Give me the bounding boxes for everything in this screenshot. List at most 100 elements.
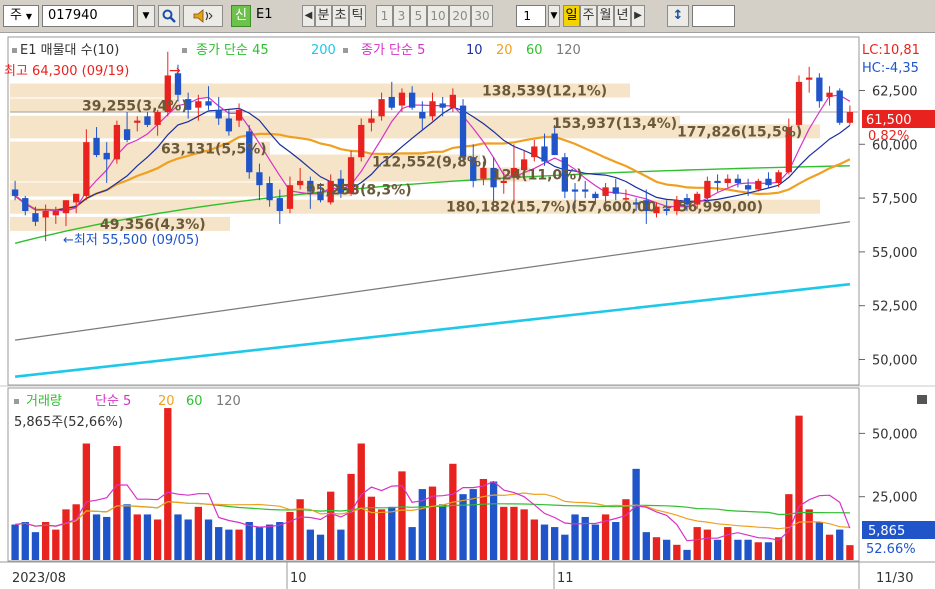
period-30-label: 30 [474,9,490,23]
volume-bar [591,524,600,560]
period-10[interactable]: 10 [427,5,449,27]
chevron-down-icon: ▼ [550,11,558,21]
candle-body [571,189,579,192]
legend-square [12,48,17,53]
candle-body [744,185,752,190]
volume-bar [306,529,314,560]
candle-body [378,99,385,117]
stock-name: E1 [256,5,286,27]
candle-body [398,92,406,106]
tab-month[interactable]: 월 [597,5,614,27]
candle-body [266,183,273,201]
candle-body [551,133,558,156]
volume-bar [713,539,722,560]
period-1[interactable]: 1 [376,5,393,27]
triangle-right-icon: ▶ [634,10,642,21]
volume-bar [571,514,579,560]
volume-bar [795,415,803,560]
tab-tick[interactable]: 틱 [349,5,366,27]
candle-body [541,146,548,162]
volume-bar [612,522,620,560]
candle-body [73,193,80,203]
sound-button[interactable] [183,5,223,27]
candle-body [765,178,772,186]
candle-body [368,118,375,123]
volume-bar [31,532,40,560]
candle-body [144,116,151,125]
volume-bar [153,519,162,560]
ma-long-extra: 200 [311,43,336,58]
volume-bar [52,529,60,560]
volume-profile-label: 95,253(8,3%) [306,182,412,198]
period-30[interactable]: 30 [471,5,493,27]
period-1-label: 1 [380,9,389,23]
volume-bar [764,542,773,560]
hc-value: HC:-4,35 [862,61,919,76]
volume-bar [347,473,355,560]
candle-body [795,81,803,125]
tab-minute[interactable]: 분 [315,5,332,27]
tab-minute-label: 분 [317,8,330,23]
volume-bar [398,471,406,560]
candle-body [215,109,222,119]
candle-body [205,101,212,106]
ma-short-label: 종가 단순 5 [361,43,425,58]
volume-bar [357,443,365,560]
volume-bar [123,504,131,560]
extra-input[interactable] [692,5,735,27]
volume-bar [825,534,834,560]
chevron-down-icon: ▼ [142,11,150,21]
panel-close-icon[interactable] [917,395,927,404]
candle-body [235,109,243,121]
tab-second[interactable]: 초 [332,5,349,27]
volume-ma60-label: 60 [186,394,203,409]
price-tick-label: 50,000 [872,353,918,368]
candle-body [22,198,29,211]
period-20-label: 20 [452,9,468,23]
candle-body [52,211,59,216]
volume-bar [367,496,376,560]
volume-bar [489,481,498,560]
speaker-icon [193,9,213,23]
volume-bar [734,539,742,560]
candle-body [42,211,49,218]
volume-bar [327,491,335,560]
volume-profile-label: 112,552(9,8%) [372,155,487,171]
tab-day[interactable]: 일 [563,5,580,27]
volume-ratio: 52.66% [866,542,916,557]
period-3[interactable]: 3 [393,5,410,27]
updown-button[interactable]: ↕ [667,5,689,27]
period-20[interactable]: 20 [449,5,471,27]
x-axis-label: 10 [290,571,307,586]
candle-body [775,172,782,184]
stock-code-input[interactable]: 017940 [42,5,134,27]
search-button[interactable] [158,5,180,27]
volume-bar [693,527,701,560]
tab-second-label: 초 [334,8,347,23]
volume-bar [174,514,182,560]
next-period-button[interactable]: ▶ [631,5,645,27]
volume-bar [337,529,345,560]
volume-bar [459,494,467,560]
volume-bar [551,527,559,560]
candle-body [32,213,39,222]
market-select[interactable]: 주 ▼ [3,5,39,27]
volume-bar [673,544,681,560]
market-value: 주 [9,8,22,23]
volume-bar [449,463,457,560]
prev-period-button[interactable]: ◀ [302,5,315,27]
code-dropdown-button[interactable]: ▼ [137,5,155,27]
candle-body [724,178,731,184]
tab-year[interactable]: 년 [614,5,631,27]
period-5[interactable]: 5 [410,5,427,27]
ma20-label: 20 [496,43,513,58]
tab-tick-label: 틱 [351,8,364,23]
last-volume: 5,865 [868,524,905,539]
legend-square [182,48,187,53]
count-select[interactable]: 1 [516,5,546,27]
tab-week[interactable]: 주 [580,5,597,27]
price-tick-label: 52,500 [872,300,918,315]
count-dropdown-button[interactable]: ▼ [548,5,560,27]
credit-badge: 신 [231,5,251,27]
volume-bar [836,529,844,560]
